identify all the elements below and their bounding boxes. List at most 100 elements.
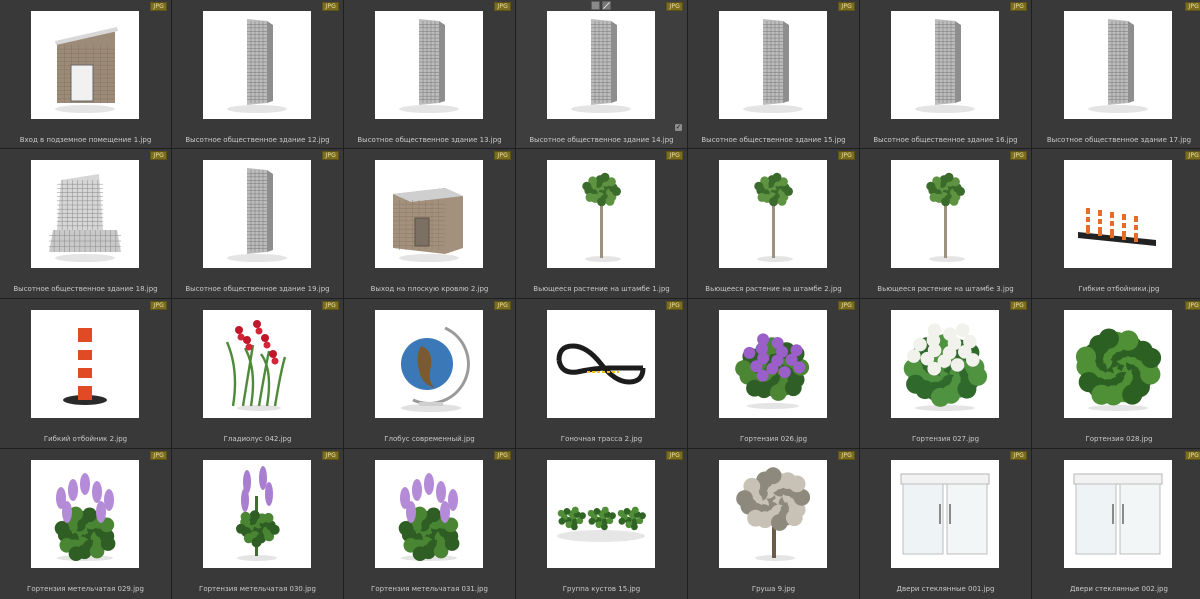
file-name: Гортензия метельчатая 029.jpg [27,585,144,593]
file-name: Гибкие отбойники.jpg [1078,285,1160,293]
thumbnail-item[interactable]: JPG Высотное общественное здание 16.jpg [860,0,1031,148]
thumbnail-item[interactable]: JPG Вьющееся растение на штамбе 3.jpg [860,149,1031,298]
thumbnail-image[interactable] [203,310,311,418]
file-name: Вьющееся растение на штамбе 3.jpg [877,285,1014,293]
file-type-badge: JPG [150,2,167,11]
file-type-badge: JPG [1185,2,1200,11]
thumbnail-image[interactable] [891,460,999,568]
thumbnail-item[interactable]: JPG Гибкий отбойник 2.jpg [0,299,171,448]
thumbnail-grid: JPG Вход в подземное помещение 1.jpg JPG Вы… [0,0,1200,599]
thumbnail-image[interactable] [203,11,311,119]
thumbnail-image[interactable] [1064,460,1172,568]
thumbnail-item[interactable]: JPG Высотное общественное здание 18.jpg [0,149,171,298]
thumbnail-image[interactable] [719,310,827,418]
thumbnail-item[interactable]: JPG Вьющееся растение на штамбе 1.jpg [516,149,687,298]
thumbnail-item[interactable]: JPG Высотное общественное здание 17.jpg [1032,0,1200,148]
thumbnail-item[interactable]: JPG Гортензия метельчатая 030.jpg [172,449,343,599]
thumbnail-image[interactable] [375,310,483,418]
thumbnail-image[interactable] [31,310,139,418]
thumbnail-image[interactable] [547,310,655,418]
frame-icon[interactable] [591,1,600,10]
file-type-badge: JPG [494,301,511,310]
file-type-badge: JPG [150,151,167,160]
lilac-spikes-icon [236,466,280,561]
thumbnail-image[interactable] [891,160,999,268]
checkbox-checked-icon[interactable]: ✓ [675,124,682,131]
thumbnail-item[interactable]: JPG Гортензия метельчатая 029.jpg [0,449,171,599]
thumbnail-item[interactable]: JPG Гортензия метельчатая 031.jpg [344,449,515,599]
thumbnail-item[interactable]: JPG Вьющееся растение на штамбе 2.jpg [688,149,859,298]
tower-icon [399,19,459,113]
thumbnail-image[interactable] [1064,160,1172,268]
thumbnail-item[interactable]: JPG Высотное общественное здание 12.jpg [172,0,343,148]
file-name: Высотное общественное здание 12.jpg [185,136,330,144]
file-name: Гортензия 026.jpg [739,435,808,443]
thumbnail-item[interactable]: JPG Глобус современный.jpg [344,299,515,448]
thumbnail-item[interactable]: JPG Вход в подземное помещение 1.jpg [0,0,171,148]
thumbnail-item[interactable]: JPG Высотное общественное здание 15.jpg [688,0,859,148]
thumbnail-item[interactable]: JPG Гортензия 028.jpg [1032,299,1200,448]
thumbnail-tools [591,1,611,10]
thumbnail-image[interactable] [719,11,827,119]
thumbnail-image[interactable] [891,11,999,119]
edit-pen-icon[interactable] [602,1,611,10]
thumbnail-item[interactable]: JPG Высотное общественное здание 14.jpg ✓ [516,0,687,148]
file-name: Высотное общественное здание 15.jpg [701,136,846,144]
file-type-badge: JPG [666,301,683,310]
thumbnail-image[interactable] [31,460,139,568]
thumbnail-item[interactable]: JPG Груша 9.jpg [688,449,859,599]
tower-icon [743,19,803,113]
thumbnail-image[interactable] [719,460,827,568]
thumbnail-image[interactable] [1064,310,1172,418]
thumbnail-image[interactable] [719,160,827,268]
file-type-badge: JPG [494,451,511,460]
file-name: Груша 9.jpg [751,585,796,593]
thumbnail-image[interactable] [547,11,655,119]
thumbnail-image[interactable] [203,460,311,568]
thumbnail-item[interactable]: JPG Гортензия 027.jpg [860,299,1031,448]
thumbnail-image[interactable] [1064,11,1172,119]
thumbnail-item[interactable]: JPG Высотное общественное здание 13.jpg [344,0,515,148]
thumbnail-item[interactable]: JPG Группа кустов 15.jpg [516,449,687,599]
file-name: Высотное общественное здание 17.jpg [1046,136,1192,144]
file-name: Вход в подземное помещение 1.jpg [19,136,152,144]
glass-door-icon [900,473,990,555]
thumbnail-item[interactable]: JPG Двери стеклянные 002.jpg [1032,449,1200,599]
file-type-badge: JPG [666,151,683,160]
file-name: Высотное общественное здание 18.jpg [13,285,158,293]
file-type-badge: JPG [494,151,511,160]
thumbnail-image[interactable] [375,11,483,119]
file-type-badge: JPG [494,2,511,11]
thumbnail-item[interactable]: JPG Гладиолус 042.jpg [172,299,343,448]
thumbnail-image[interactable] [31,160,139,268]
thumbnail-image[interactable] [31,11,139,119]
shrub-green-icon [1075,328,1162,411]
file-name: Гортензия 027.jpg [911,435,980,443]
thumbnail-item[interactable]: JPG Гоночная трасса 2.jpg [516,299,687,448]
thumbnail-item[interactable]: JPG Гибкие отбойники.jpg [1032,149,1200,298]
brick-booth-icon [55,27,118,113]
file-type-badge: JPG [322,451,339,460]
thumbnail-image[interactable] [375,160,483,268]
thumbnail-item[interactable]: JPG Выход на плоскую кровлю 2.jpg [344,149,515,298]
glass-door-icon [1073,473,1163,555]
thumbnail-image[interactable] [547,460,655,568]
thumbnail-image[interactable] [375,460,483,568]
thumbnail-item[interactable]: JPG Двери стеклянные 001.jpg [860,449,1031,599]
file-type-badge: JPG [322,2,339,11]
standard-tree-icon [754,172,793,262]
file-type-badge: JPG [838,451,855,460]
file-name: Гоночная трасса 2.jpg [560,435,643,443]
file-name: Высотное общественное здание 19.jpg [185,285,330,293]
thumbnail-item[interactable]: JPG Гортензия 026.jpg [688,299,859,448]
file-name: Глобус современный.jpg [384,435,475,443]
file-type-badge: JPG [322,151,339,160]
tower-icon [571,19,631,113]
file-type-badge: JPG [1010,301,1027,310]
file-name: Гортензия 028.jpg [1085,435,1153,443]
thumbnail-item[interactable]: JPG Высотное общественное здание 19.jpg [172,149,343,298]
thumbnail-image[interactable] [891,310,999,418]
file-type-badge: JPG [1185,451,1200,460]
thumbnail-image[interactable] [203,160,311,268]
thumbnail-image[interactable] [547,160,655,268]
